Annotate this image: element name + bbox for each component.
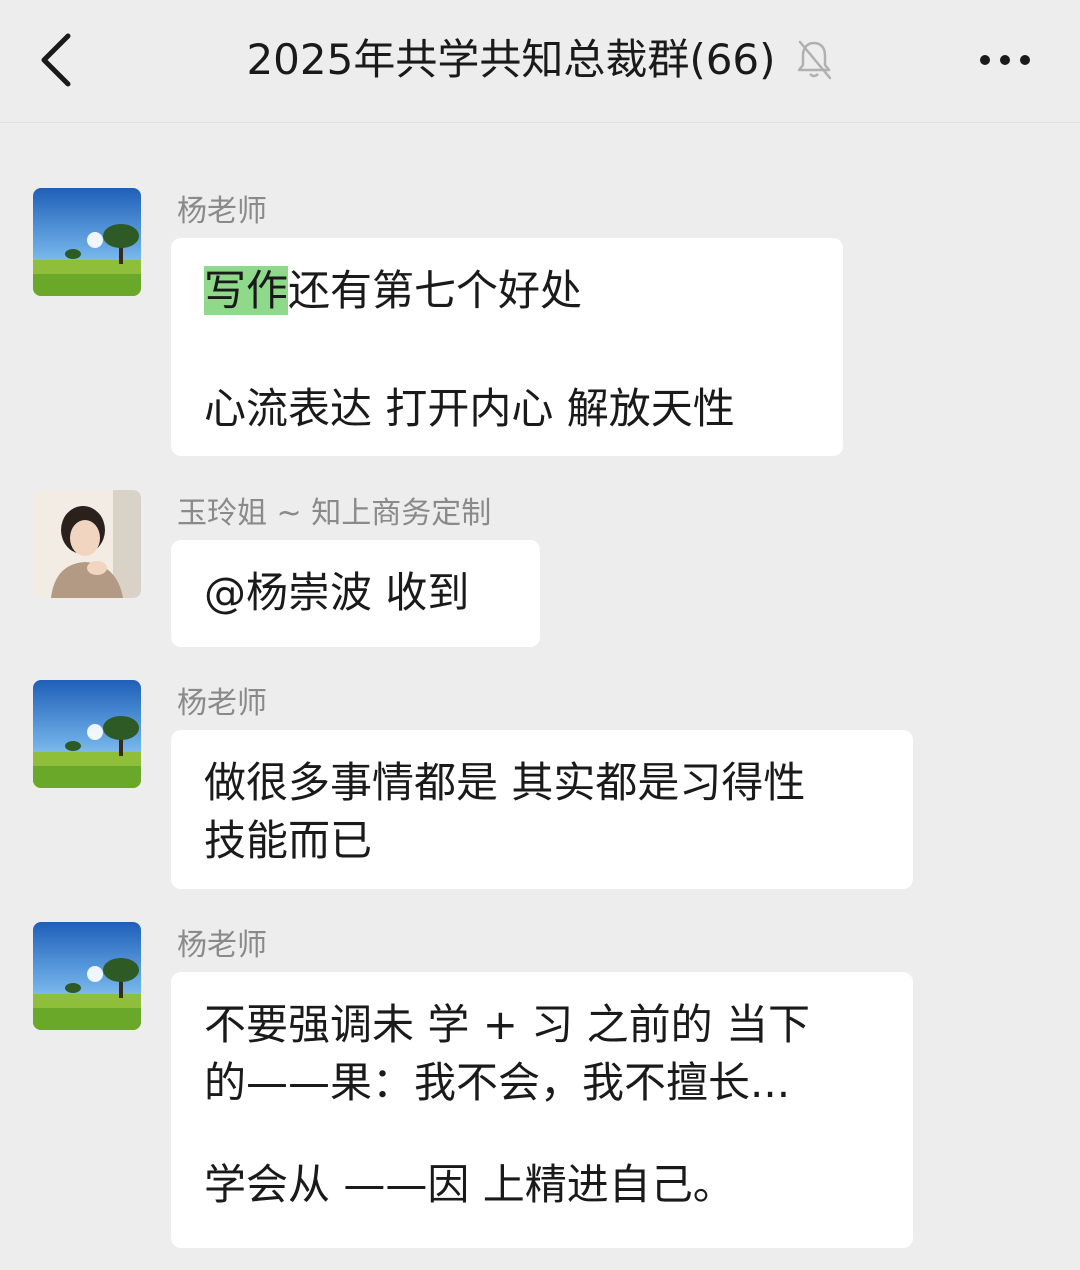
sender-name: 杨老师 [177,686,267,721]
message-text: 还有第七个好处 [288,266,583,315]
more-options-button[interactable] [970,40,1040,80]
message-bubble[interactable]: 不要强调未 学 + 习 之前的 当下 的——果：我不会，我不擅长... 学会从 … [171,972,913,1248]
highlighted-text: 写作 [204,266,289,315]
chat-title: 2025年共学共知总裁群(66) [246,35,776,84]
more-dots-icon [980,55,1030,65]
chat-title-area: 2025年共学共知总裁群(66) [0,30,1080,90]
landscape-tree-avatar[interactable] [33,680,141,788]
message-line: 做很多事情都是 其实都是习得性 [204,758,806,807]
message-line: 写作还有第七个好处 [204,262,810,320]
sender-name: 杨老师 [177,928,267,963]
message-bubble[interactable]: @杨崇波 收到 [171,540,540,647]
message-line: 技能而已 [204,816,373,865]
message-line: 心流表达 打开内心 解放天性 [204,384,735,433]
woman-portrait-avatar[interactable] [33,490,141,598]
message-text: @杨崇波 收到 [204,568,470,617]
landscape-tree-avatar[interactable] [33,922,141,1030]
landscape-tree-avatar[interactable] [33,188,141,296]
bell-off-icon [794,37,834,81]
sender-name: 玉玲姐 ~ 知上商务定制 [177,496,492,531]
message-bubble[interactable]: 写作还有第七个好处 心流表达 打开内心 解放天性 [171,238,843,456]
message-line: 的——果：我不会，我不擅长... [204,1058,791,1107]
message-line: 学会从 ——因 上精进自己。 [204,1160,735,1209]
message-bubble[interactable]: 做很多事情都是 其实都是习得性 技能而已 [171,730,913,889]
message-line: 不要强调未 学 + 习 之前的 当下 [204,1000,810,1049]
sender-name: 杨老师 [177,194,267,229]
top-bar: 2025年共学共知总裁群(66) [0,0,1080,123]
